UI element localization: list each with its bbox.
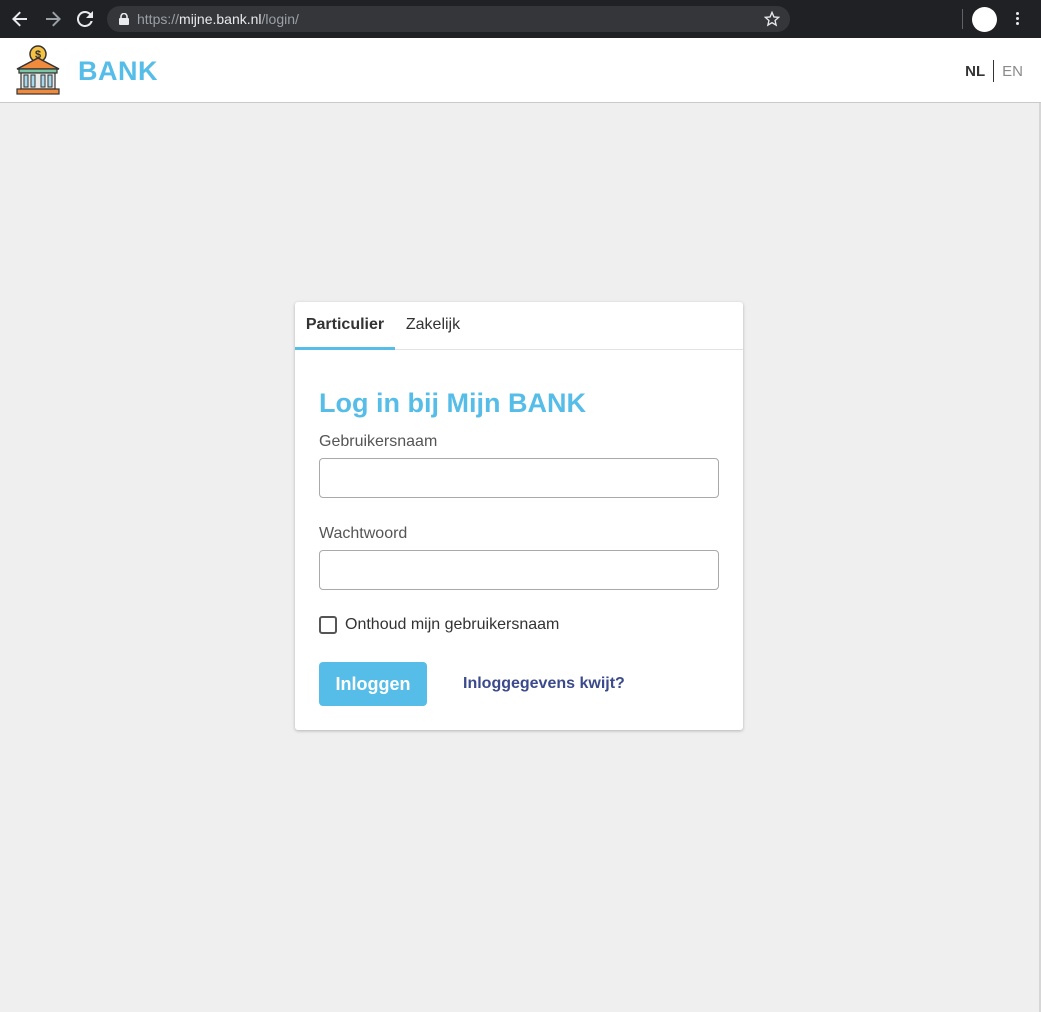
username-input[interactable] <box>319 458 719 498</box>
password-label: Wachtwoord <box>319 525 408 542</box>
address-bar[interactable]: https://mijne.bank.nl/login/ <box>107 6 790 32</box>
url-text: https://mijne.bank.nl/login/ <box>137 11 299 27</box>
site-header: $ BANK NL EN <box>0 38 1041 103</box>
bank-building-icon[interactable]: $ <box>13 44 63 96</box>
forward-button[interactable] <box>37 0 69 38</box>
profile-icon[interactable] <box>972 7 997 32</box>
forgot-credentials-link[interactable]: Inloggegevens kwijt? <box>463 675 625 693</box>
username-label: Gebruikersnaam <box>319 433 438 450</box>
remember-label[interactable]: Onthoud mijn gebruikersnaam <box>345 616 559 634</box>
back-arrow-icon <box>12 11 27 27</box>
forward-arrow-icon <box>46 11 61 27</box>
password-input[interactable] <box>319 550 719 590</box>
tab-zakelijk[interactable]: Zakelijk <box>395 302 471 350</box>
lang-nl[interactable]: NL <box>965 63 993 80</box>
star-icon[interactable] <box>764 11 780 27</box>
login-tabs: Particulier Zakelijk <box>295 302 743 350</box>
remember-checkbox[interactable] <box>319 616 337 634</box>
remember-row[interactable]: Onthoud mijn gebruikersnaam <box>319 616 559 634</box>
menu-kebab-icon[interactable] <box>1009 10 1025 28</box>
reload-button[interactable] <box>69 0 101 38</box>
toolbar-divider <box>962 9 963 29</box>
language-switcher: NL EN <box>965 60 1023 82</box>
back-button[interactable] <box>4 0 36 38</box>
login-title: Log in bij Mijn BANK <box>319 388 586 418</box>
login-card: Particulier Zakelijk Log in bij Mijn BAN… <box>295 302 743 730</box>
lang-en[interactable]: EN <box>994 63 1023 80</box>
lock-icon <box>119 13 129 25</box>
reload-icon <box>77 11 93 27</box>
tab-particulier[interactable]: Particulier <box>295 302 395 350</box>
login-button[interactable]: Inloggen <box>319 662 427 706</box>
brand-name[interactable]: BANK <box>78 56 158 87</box>
browser-toolbar: https://mijne.bank.nl/login/ <box>0 0 1041 38</box>
